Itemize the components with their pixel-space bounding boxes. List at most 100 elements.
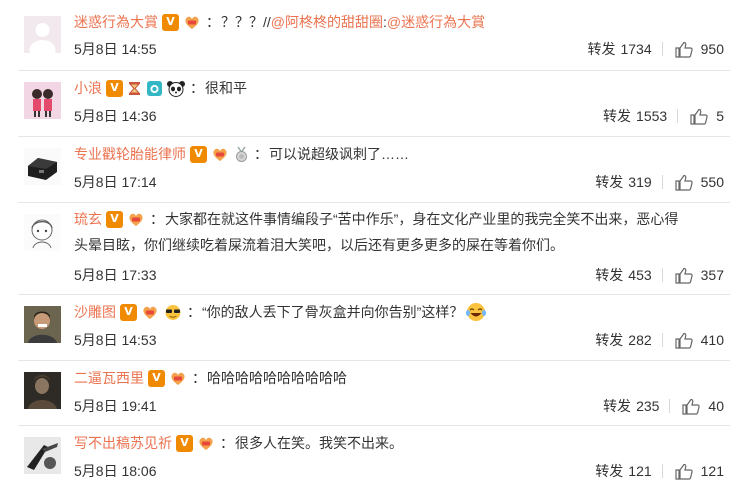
sunglasses-emoji-icon[interactable]	[163, 304, 183, 321]
v-badge-icon[interactable]: V	[148, 369, 165, 387]
comment-text: 很和平	[205, 80, 247, 96]
comment-actions: 转发 235 40	[603, 396, 724, 416]
comment-username[interactable]: 沙雕图	[74, 302, 116, 322]
avatar[interactable]	[24, 306, 61, 343]
fan-badge-icon[interactable]	[126, 211, 146, 228]
comment-line: 沙雕图 V ： “你的敌人丢下了骨灰盒并向你告别”这样？	[74, 302, 490, 322]
like-count: 40	[708, 398, 724, 414]
forward-count: 235	[636, 398, 660, 414]
comment-line: 写不出稿苏见祈 V ： 很多人在笑。我笑不出来。	[74, 433, 403, 453]
comment-username[interactable]: 写不出稿苏见祈	[74, 433, 172, 453]
comment-item: 专业戳轮胎能律师 V ： 可以说超级讽刺了…… 5月8日 17:14 转发 319…	[0, 137, 748, 202]
mention-link[interactable]: @迷惑行為大賞	[387, 12, 485, 32]
forward-label: 转发	[595, 332, 624, 348]
comment-text: 可以说超级讽刺了……	[269, 146, 409, 162]
comment-line: 小浪 V ： 很和平	[74, 78, 247, 98]
comment-text: 哈哈哈哈哈哈哈哈哈哈	[207, 370, 347, 386]
forward-button[interactable]: 转发 319	[595, 172, 651, 192]
camera-badge-icon[interactable]	[146, 80, 163, 97]
forward-button[interactable]: 转发 121	[595, 461, 651, 481]
comment-line: 二逼瓦西里 V ： 哈哈哈哈哈哈哈哈哈哈	[74, 368, 347, 388]
colon: ：	[206, 14, 220, 30]
like-button[interactable]: 550	[675, 174, 724, 191]
like-button[interactable]: 40	[682, 398, 724, 415]
v-badge-icon[interactable]: V	[106, 79, 123, 97]
comment-list: 迷惑行為大賞 V ： ？？？// @阿柊柊的甜甜圈 : @迷惑行為大賞 5月8日…	[0, 0, 748, 489]
hourglass-badge-icon[interactable]	[126, 80, 143, 97]
avatar[interactable]	[24, 372, 61, 409]
avatar[interactable]	[24, 148, 61, 185]
comment-date: 5月8日 14:53	[74, 332, 157, 348]
forward-label: 转发	[595, 267, 624, 283]
fan-badge-icon[interactable]	[168, 370, 188, 387]
v-badge-icon[interactable]: V	[162, 13, 179, 31]
v-badge-icon[interactable]: V	[190, 145, 207, 163]
comment-actions: 转发 1734 950	[587, 39, 724, 59]
forward-button[interactable]: 转发 282	[595, 330, 651, 350]
man-avatar-icon	[24, 306, 61, 343]
colon: ：	[220, 435, 234, 451]
forward-count: 319	[628, 174, 652, 190]
like-button[interactable]: 5	[690, 108, 724, 125]
comment-line: 琉玄 V ： 大家都在就这件事情编段子“苦中作乐”，身在文化产业里的我完全笑不出…	[74, 209, 678, 229]
comment-username[interactable]: 迷惑行為大賞	[74, 12, 158, 32]
fan-badge-icon[interactable]	[196, 435, 216, 452]
divider	[661, 42, 663, 56]
forward-count: 1734	[620, 41, 652, 57]
comment-actions: 转发 282 410	[595, 330, 724, 350]
comment-text: ？？？//	[221, 14, 271, 30]
comment-text: 大家都在就这件事情编段子“苦中作乐”，身在文化产业里的我完全笑不出来，恶心得	[165, 211, 679, 227]
colon: ：	[190, 80, 204, 96]
comment-username[interactable]: 琉玄	[74, 209, 102, 229]
v-badge-icon[interactable]: V	[120, 303, 137, 321]
panda-badge-icon[interactable]	[166, 80, 186, 97]
avatar[interactable]	[24, 214, 61, 251]
comment-date: 5月8日 19:41	[74, 398, 157, 414]
like-count: 357	[700, 267, 724, 283]
comment-date: 5月8日 14:55	[74, 41, 157, 57]
forward-button[interactable]: 转发 1734	[587, 39, 651, 59]
thumbs-up-icon	[682, 398, 701, 415]
forward-button[interactable]: 转发 235	[603, 396, 659, 416]
forward-label: 转发	[595, 174, 624, 190]
mention-link[interactable]: @阿柊柊的甜甜圈	[271, 12, 383, 32]
like-button[interactable]: 410	[675, 332, 724, 349]
divider	[677, 109, 679, 123]
colon: ：	[254, 146, 268, 162]
comment-date: 5月8日 14:36	[74, 108, 157, 124]
fan-badge-icon[interactable]	[210, 146, 230, 163]
v-badge-icon[interactable]: V	[106, 210, 123, 228]
avatar[interactable]	[24, 437, 61, 474]
comment-line: 迷惑行為大賞 V ： ？？？// @阿柊柊的甜甜圈 : @迷惑行為大賞	[74, 12, 485, 32]
avatar[interactable]	[24, 82, 61, 119]
like-button[interactable]: 950	[675, 41, 724, 58]
divider	[661, 268, 663, 282]
thumbs-up-icon	[675, 463, 693, 480]
fan-badge-icon[interactable]	[140, 304, 160, 321]
forward-count: 121	[628, 463, 652, 479]
v-badge-icon[interactable]: V	[176, 434, 193, 452]
comment-username[interactable]: 专业戳轮胎能律师	[74, 144, 186, 164]
divider	[661, 333, 663, 347]
comment-item: 写不出稿苏见祈 V ： 很多人在笑。我笑不出来。 5月8日 18:06 转发 12…	[0, 426, 748, 489]
comment-username[interactable]: 小浪	[74, 78, 102, 98]
medal-badge-icon[interactable]	[233, 146, 250, 163]
comment-item: 琉玄 V ： 大家都在就这件事情编段子“苦中作乐”，身在文化产业里的我完全笑不出…	[0, 203, 748, 294]
avatar[interactable]	[24, 16, 61, 53]
comment-username[interactable]: 二逼瓦西里	[74, 368, 144, 388]
divider	[661, 175, 663, 189]
comment-text-continued: 头晕目眩，你们继续吃着屎流着泪大笑吧，以后还有更多更多的屎在等着你们。	[74, 237, 564, 253]
comment-date: 5月8日 17:14	[74, 174, 157, 190]
forward-count: 453	[628, 267, 652, 283]
like-button[interactable]: 357	[675, 267, 724, 284]
forward-button[interactable]: 转发 453	[595, 265, 651, 285]
fan-badge-icon[interactable]	[182, 14, 202, 31]
dark-avatar-icon	[24, 372, 61, 409]
forward-button[interactable]: 转发 1553	[603, 106, 667, 126]
device-avatar-icon	[24, 148, 61, 185]
comment-text: 很多人在笑。我笑不出来。	[235, 435, 403, 451]
comment-actions: 转发 121 121	[595, 461, 724, 481]
bw-avatar-icon	[24, 437, 61, 474]
like-button[interactable]: 121	[675, 463, 724, 480]
thumbs-up-icon	[675, 174, 693, 191]
